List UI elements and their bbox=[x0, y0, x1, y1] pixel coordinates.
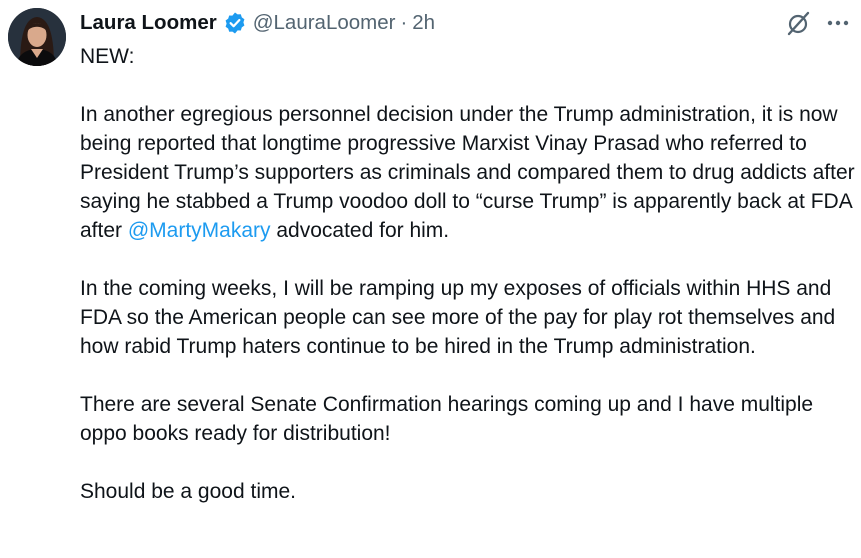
post-header: Laura Loomer @LauraLoomer · 2h bbox=[80, 7, 435, 39]
avatar[interactable] bbox=[8, 8, 66, 66]
post-paragraph-1: In another egregious personnel decision … bbox=[80, 100, 855, 245]
ellipsis-icon[interactable] bbox=[825, 10, 851, 36]
post-paragraph-2: In the coming weeks, I will be ramping u… bbox=[80, 277, 836, 358]
mention-link[interactable]: @MartyMakary bbox=[128, 219, 271, 242]
paragraph-1-text-end: advocated for him. bbox=[270, 219, 450, 242]
header-separator: · bbox=[400, 11, 408, 34]
post-actions bbox=[785, 9, 851, 37]
slashed-circle-icon[interactable] bbox=[785, 9, 813, 37]
post-text: NEW: In another egregious personnel deci… bbox=[80, 42, 855, 506]
verified-badge-icon bbox=[223, 11, 247, 35]
author-name[interactable]: Laura Loomer bbox=[80, 11, 217, 35]
post-paragraph-3: There are several Senate Confirmation he… bbox=[80, 393, 814, 445]
author-handle[interactable]: @LauraLoomer bbox=[253, 11, 396, 35]
post-paragraph-4: Should be a good time. bbox=[80, 480, 296, 503]
post-timestamp[interactable]: 2h bbox=[412, 11, 435, 35]
post-line-new: NEW: bbox=[80, 45, 135, 68]
